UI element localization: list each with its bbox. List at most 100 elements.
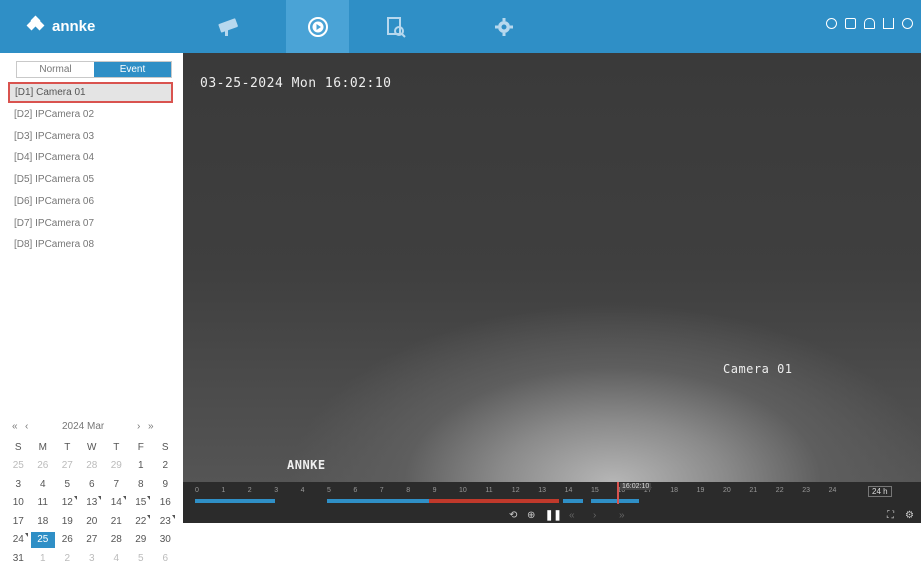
- calendar-day[interactable]: 3: [80, 553, 105, 564]
- calendar-day[interactable]: 18: [31, 516, 56, 527]
- calendar-day[interactable]: 27: [80, 534, 105, 545]
- recording-segment[interactable]: [563, 499, 583, 503]
- calendar-day[interactable]: 30: [153, 534, 178, 545]
- tab-search[interactable]: [364, 0, 427, 53]
- calendar-day[interactable]: 28: [80, 460, 105, 471]
- fast-forward-icon[interactable]: »: [619, 510, 625, 521]
- info-icon[interactable]: [826, 18, 837, 29]
- calendar-day[interactable]: 5: [55, 479, 80, 490]
- tab-settings[interactable]: [472, 0, 535, 53]
- calendar-day[interactable]: 6: [80, 479, 105, 490]
- camera-item-d2[interactable]: [D2] IPCamera 02: [8, 104, 173, 125]
- calendar-day[interactable]: 6: [153, 553, 178, 564]
- camera-item-d3[interactable]: [D3] IPCamera 03: [8, 126, 173, 147]
- calendar-day[interactable]: 23: [153, 514, 178, 527]
- calendar-day[interactable]: 2: [55, 553, 80, 564]
- timeline-range-select[interactable]: 24 h: [868, 486, 892, 497]
- bell-icon[interactable]: [864, 18, 875, 29]
- calendar-day[interactable]: 1: [31, 553, 56, 564]
- settings-small-icon[interactable]: ⚙: [905, 510, 914, 521]
- calendar-day[interactable]: 3: [6, 479, 31, 490]
- calendar-day[interactable]: 4: [104, 553, 129, 564]
- timeline-hour-label: 1: [221, 487, 226, 494]
- timeline-hour-label: 23: [802, 487, 810, 494]
- camera-item-d5[interactable]: [D5] IPCamera 05: [8, 169, 173, 190]
- timeline-hour-label: 11: [485, 487, 493, 494]
- camera-item-d8[interactable]: [D8] IPCamera 08: [8, 234, 173, 255]
- logo-text: annke: [52, 17, 96, 35]
- timeline-hour-label: 9: [432, 487, 437, 494]
- calendar-day[interactable]: 5: [129, 553, 154, 564]
- prev-month-button[interactable]: ‹: [25, 421, 28, 432]
- calendar-day[interactable]: 14: [104, 496, 129, 508]
- next-year-button[interactable]: »: [148, 421, 154, 432]
- calendar-day[interactable]: 31: [6, 553, 31, 564]
- calendar-day[interactable]: 9: [153, 479, 178, 490]
- tab-playback[interactable]: [286, 0, 349, 53]
- event-segment[interactable]: [429, 499, 559, 503]
- calendar-day[interactable]: 28: [104, 534, 129, 545]
- normal-mode-button[interactable]: Normal: [17, 62, 94, 77]
- video-playback-view[interactable]: 03-25-2024 Mon 16:02:10 Camera 01 ANNKE: [183, 53, 921, 482]
- recording-segment[interactable]: [195, 499, 275, 503]
- reverse-play-icon[interactable]: ⟲: [509, 510, 517, 521]
- home-icon[interactable]: [845, 18, 856, 29]
- weekday-label: T: [64, 441, 71, 453]
- logo-mark-icon: [26, 15, 46, 35]
- calendar-day[interactable]: 29: [104, 460, 129, 471]
- calendar-day[interactable]: 15: [129, 496, 154, 508]
- camera-item-d6[interactable]: [D6] IPCamera 06: [8, 191, 173, 212]
- slow-icon[interactable]: ⊕: [527, 510, 535, 521]
- event-mode-button[interactable]: Event: [94, 62, 171, 77]
- calendar-day[interactable]: 19: [55, 516, 80, 527]
- camera-item-d1[interactable]: [D1] Camera 01: [8, 82, 173, 103]
- calendar-day[interactable]: 20: [80, 516, 105, 527]
- top-right-icons: [826, 18, 913, 29]
- top-bar: annke: [0, 0, 921, 53]
- calendar-day[interactable]: 12: [55, 496, 80, 508]
- calendar-day[interactable]: 4: [31, 479, 56, 490]
- timeline-hour-ticks: 0 1 2 3 4 5 6 7 8 9 10 11 12 13 14 15 16 17 18 19 20 21 22 23 24: [183, 484, 836, 498]
- calendar-day[interactable]: 7: [104, 479, 129, 490]
- calendar-day[interactable]: 2: [153, 460, 178, 471]
- timeline-hour-label: 22: [775, 487, 784, 494]
- tab-live-view[interactable]: [197, 0, 260, 53]
- calendar-day[interactable]: 13: [80, 496, 105, 508]
- calendar-day[interactable]: 27: [55, 460, 80, 471]
- power-icon[interactable]: [902, 18, 913, 29]
- download-icon[interactable]: [883, 18, 894, 29]
- calendar-day[interactable]: 1: [129, 460, 154, 471]
- calendar-day[interactable]: 29: [129, 534, 154, 545]
- timeline-cursor[interactable]: [617, 482, 619, 504]
- next-month-button[interactable]: ›: [137, 421, 140, 432]
- calendar-day[interactable]: 16: [153, 497, 178, 508]
- calendar-day[interactable]: 21: [104, 516, 129, 527]
- timeline-cursor-time: 16:02:10: [620, 483, 652, 490]
- calendar-day[interactable]: 25: [6, 460, 31, 471]
- recording-segment[interactable]: [591, 499, 639, 503]
- fullscreen-icon[interactable]: ⛶: [887, 510, 894, 521]
- timeline-hour-label: 7: [379, 487, 384, 494]
- playback-timeline[interactable]: 0 1 2 3 4 5 6 7 8 9 10 11 12 13 14 15 16 17 18 19 20 21 22 23 24…: [183, 482, 921, 523]
- rewind-icon[interactable]: «: [569, 510, 575, 521]
- calendar-day[interactable]: 17: [6, 516, 31, 527]
- timeline-hour-label: 14: [564, 487, 573, 494]
- calendar-day[interactable]: 24: [6, 533, 31, 545]
- settings-icon: [494, 17, 513, 36]
- calendar-day-selected[interactable]: 25: [30, 531, 55, 548]
- step-icon[interactable]: ›: [593, 510, 596, 521]
- camera-item-d7[interactable]: [D7] IPCamera 07: [8, 213, 173, 234]
- calendar-week: 31 1 2 3 4 5 6: [6, 549, 182, 568]
- timeline-hour-label: 5: [327, 487, 331, 494]
- calendar-day[interactable]: 26: [31, 460, 56, 471]
- calendar-header: « ‹ 2024 Mar › »: [10, 421, 178, 435]
- prev-year-button[interactable]: «: [12, 421, 18, 432]
- calendar-day[interactable]: 26: [55, 534, 80, 545]
- calendar-day[interactable]: 8: [129, 479, 154, 490]
- camera-item-d4[interactable]: [D4] IPCamera 04: [8, 147, 173, 168]
- video-camera-label: Camera 01: [723, 362, 793, 376]
- calendar-day[interactable]: 10: [6, 497, 31, 508]
- calendar-day[interactable]: 22: [129, 514, 154, 527]
- pause-icon[interactable]: ❚❚: [545, 510, 562, 521]
- calendar-day[interactable]: 11: [31, 497, 56, 508]
